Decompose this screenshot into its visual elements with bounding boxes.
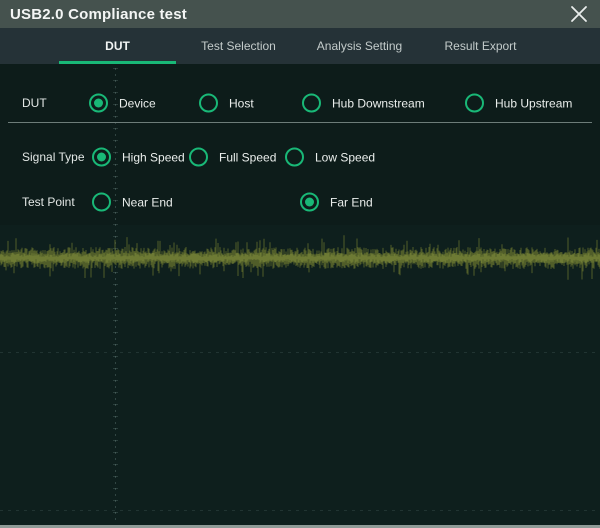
radio-label: Device: [119, 96, 156, 110]
noise-trace-waveform: [0, 228, 600, 284]
tab-analysis-setting[interactable]: Analysis Setting: [299, 28, 420, 64]
radio-icon: [189, 148, 208, 167]
radio-icon: [285, 148, 304, 167]
radio-icon: [89, 94, 108, 113]
section-divider: [8, 122, 592, 123]
radio-label: High Speed: [122, 150, 185, 164]
radio-option-hub-downstream[interactable]: Hub Downstream: [302, 94, 425, 113]
radio-option-device[interactable]: Device: [89, 94, 156, 113]
radio-option-full-speed[interactable]: Full Speed: [189, 148, 276, 167]
tab-test-selection[interactable]: Test Selection: [178, 28, 299, 64]
radio-icon: [92, 148, 111, 167]
radio-option-low-speed[interactable]: Low Speed: [285, 148, 375, 167]
radio-label: Low Speed: [315, 150, 375, 164]
radio-icon: [199, 94, 218, 113]
dialog-title: USB2.0 Compliance test: [10, 6, 187, 23]
radio-option-host[interactable]: Host: [199, 94, 254, 113]
signal-type-row-label: Signal Type: [22, 150, 85, 164]
radio-icon: [92, 193, 111, 212]
tab-dut[interactable]: DUT: [57, 28, 178, 64]
radio-label: Far End: [330, 195, 373, 209]
signal-type-row: Signal Type High Speed Full Speed Low Sp…: [0, 147, 600, 167]
radio-icon: [302, 94, 321, 113]
radio-label: Near End: [122, 195, 173, 209]
radio-option-hub-upstream[interactable]: Hub Upstream: [465, 94, 572, 113]
radio-label: Full Speed: [219, 150, 276, 164]
test-point-row-label: Test Point: [22, 195, 75, 209]
radio-option-high-speed[interactable]: High Speed: [92, 148, 185, 167]
close-icon: [570, 5, 588, 23]
graticule-horizontal-line: [0, 352, 600, 353]
dut-row-label: DUT: [22, 96, 47, 110]
graticule-tick-marks: [113, 68, 118, 524]
radio-option-far-end[interactable]: Far End: [300, 193, 373, 212]
dut-row: DUT Device Host Hub Downstream Hub Upstr…: [0, 93, 600, 113]
dialog-title-bar: USB2.0 Compliance test: [0, 0, 600, 28]
radio-label: Host: [229, 96, 254, 110]
close-button[interactable]: [568, 3, 590, 25]
radio-icon: [465, 94, 484, 113]
radio-label: Hub Downstream: [332, 96, 425, 110]
graticule-horizontal-line: [0, 510, 600, 511]
radio-option-near-end[interactable]: Near End: [92, 193, 173, 212]
tab-bar: DUT Test Selection Analysis Setting Resu…: [0, 28, 600, 64]
tab-strip: DUT Test Selection Analysis Setting Resu…: [57, 28, 541, 64]
radio-label: Hub Upstream: [495, 96, 572, 110]
tab-result-export[interactable]: Result Export: [420, 28, 541, 64]
radio-icon: [300, 193, 319, 212]
test-point-row: Test Point Near End Far End: [0, 192, 600, 212]
